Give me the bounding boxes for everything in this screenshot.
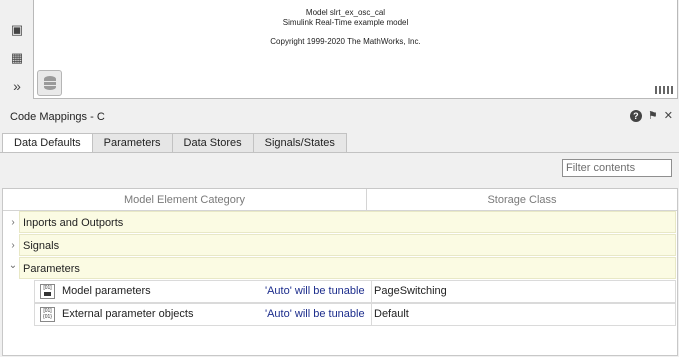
group-row-inports-outports[interactable]: › Inports and Outports [3,211,677,234]
group-label: Parameters [19,257,676,279]
tab-parameters[interactable]: Parameters [91,133,173,153]
tab-data-defaults[interactable]: Data Defaults [2,133,93,154]
tab-signals-states[interactable]: Signals/States [252,133,347,153]
close-icon[interactable]: ✕ [664,110,673,122]
group-row-signals[interactable]: › Signals [3,234,677,257]
model-browser-icon[interactable]: ▦ [9,50,25,66]
filter-contents-input[interactable] [562,159,672,177]
group-row-parameters[interactable]: ⌄ Parameters [3,257,677,280]
row-tunable-hint: 'Auto' will be tunable [265,285,365,297]
camera-icon[interactable]: ▣ [9,22,25,38]
model-subtitle-text: Simulink Real-Time example model [282,18,409,27]
column-header-storage-class[interactable]: Storage Class [367,189,677,211]
column-header-category[interactable]: Model Element Category [3,189,367,211]
model-parameter-icon: [01] [40,284,55,299]
database-icon [44,76,56,90]
panel-title-actions: ? ⚑ ✕ [629,110,673,122]
data-store-block[interactable] [37,70,62,96]
model-canvas[interactable]: Model slrt_ex_osc_cal Simulink Real-Time… [33,0,678,99]
help-icon[interactable]: ? [629,110,642,122]
expand-chevrons-icon[interactable]: » [9,78,25,94]
row-category-name: Model parameters [62,285,151,297]
chevron-down-icon[interactable]: ⌄ [8,257,18,280]
copyright-text: Copyright 1999-2020 The MathWorks, Inc. [270,37,421,46]
model-name-text: Model slrt_ex_osc_cal [305,8,386,17]
data-defaults-table: Model Element Category Storage Class › I… [2,188,678,356]
chevron-right-icon[interactable]: › [8,211,18,234]
chevron-right-icon[interactable]: › [8,234,18,257]
table-row[interactable]: [01] Model parameters 'Auto' will be tun… [34,280,676,303]
row-tunable-hint: 'Auto' will be tunable [265,308,365,320]
storage-class-value[interactable]: PageSwitching [371,281,447,302]
pin-icon[interactable]: ⚑ [648,110,658,122]
group-label: Inports and Outports [19,211,676,233]
table-row[interactable]: [01] {01} External parameter objects 'Aut… [34,303,676,326]
external-parameter-icon: [01] {01} [40,307,55,322]
storage-class-value[interactable]: Default [371,304,409,325]
group-label: Signals [19,234,676,256]
code-mappings-tabs: Data Defaults Parameters Data Stores Sig… [2,133,347,154]
panel-title: Code Mappings - C [10,111,105,123]
tab-data-stores[interactable]: Data Stores [171,133,254,153]
row-category-name: External parameter objects [62,308,194,320]
resize-grip-icon[interactable] [655,86,673,94]
